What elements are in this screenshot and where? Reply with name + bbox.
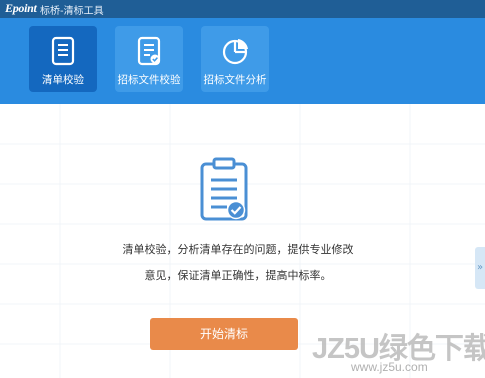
toolbar: 清单校验 招标文件校验 招标文件分析 <box>0 18 485 104</box>
tool-bid-doc-analysis-label: 招标文件分析 <box>203 74 267 86</box>
tool-bid-doc-check-button[interactable]: 招标文件校验 <box>115 26 183 92</box>
document-check-icon <box>137 36 161 66</box>
watermark-url: www.jz5u.com <box>351 360 428 374</box>
description-line-2: 意见，保证清单正确性，提高中标率。 <box>144 269 332 282</box>
tool-list-check-button[interactable]: 清单校验 <box>29 26 97 92</box>
tool-bid-doc-check-label: 招标文件校验 <box>117 74 181 86</box>
tool-list-check-label: 清单校验 <box>42 74 84 86</box>
pie-chart-icon <box>222 39 248 65</box>
tool-bid-doc-analysis-button[interactable]: 招标文件分析 <box>201 26 269 92</box>
window-title: 标桥-清标工具 <box>40 6 104 17</box>
clipboard-check-icon <box>200 157 248 221</box>
epoint-logo: Epoint <box>5 1 37 15</box>
feature-description: 清单校验，分析清单存在的问题，提供专业修改 意见，保证清单正确性，提高中标率。 <box>88 237 388 289</box>
side-expand-tab[interactable]: » <box>475 247 485 289</box>
start-check-button[interactable]: 开始清标 <box>150 318 298 350</box>
title-bar: Epoint 标桥-清标工具 <box>0 0 485 18</box>
document-list-icon <box>51 36 75 66</box>
description-line-1: 清单校验，分析清单存在的问题，提供专业修改 <box>122 243 354 256</box>
